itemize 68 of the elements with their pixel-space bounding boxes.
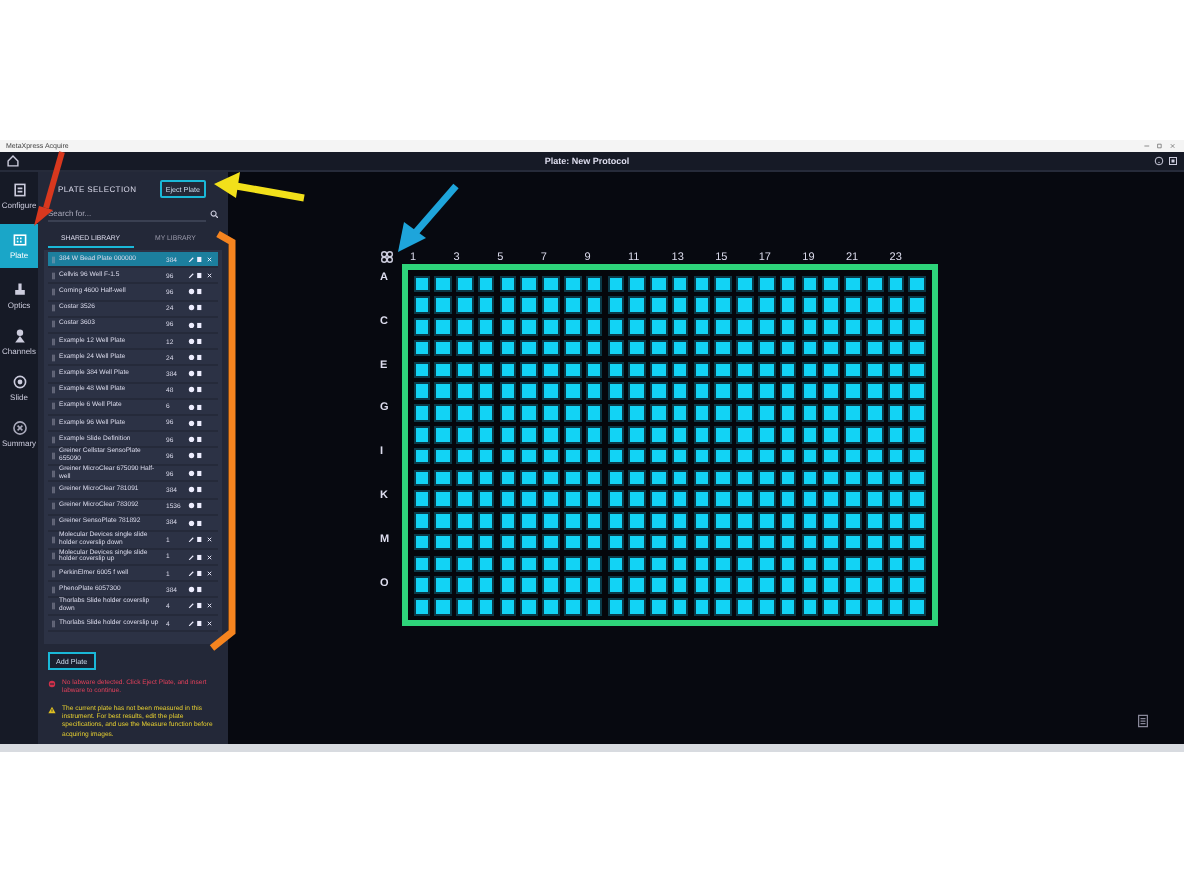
drag-handle-icon[interactable] xyxy=(52,535,55,544)
close-icon[interactable] xyxy=(205,535,213,543)
person-icon[interactable] xyxy=(11,328,27,344)
circle-icon[interactable] xyxy=(188,403,195,411)
circle-icon[interactable] xyxy=(188,435,195,443)
clipboard-icon[interactable] xyxy=(11,182,27,198)
drag-handle-icon[interactable] xyxy=(52,569,55,578)
target-icon[interactable] xyxy=(11,374,27,390)
circle-icon[interactable] xyxy=(188,304,195,312)
drag-handle-icon[interactable] xyxy=(52,320,55,329)
circle-icon[interactable] xyxy=(188,452,195,460)
drag-handle-icon[interactable] xyxy=(52,552,55,561)
pencil-icon[interactable] xyxy=(188,619,195,627)
close-icon[interactable] xyxy=(205,553,213,561)
copy-icon[interactable] xyxy=(196,452,204,460)
drag-handle-icon[interactable] xyxy=(52,353,55,362)
drag-handle-icon[interactable] xyxy=(52,602,55,611)
warning-icon xyxy=(48,705,56,714)
copy-icon[interactable] xyxy=(196,469,204,477)
close-circle-icon[interactable] xyxy=(11,420,27,436)
circle-icon[interactable] xyxy=(188,519,195,527)
circle-icon[interactable] xyxy=(188,586,195,594)
circle-icon[interactable] xyxy=(188,486,195,494)
callout-arrow xyxy=(398,183,459,252)
circle-icon[interactable] xyxy=(188,469,195,477)
drag-handle-icon[interactable] xyxy=(52,337,55,346)
pencil-icon[interactable] xyxy=(188,602,195,610)
drag-handle-icon[interactable] xyxy=(52,435,55,444)
circle-icon[interactable] xyxy=(188,337,195,345)
circle-icon[interactable] xyxy=(188,370,195,378)
drag-handle-icon[interactable] xyxy=(52,485,55,494)
pencil-icon[interactable] xyxy=(188,535,195,543)
close-icon[interactable] xyxy=(205,272,213,280)
drag-handle-icon[interactable] xyxy=(52,271,55,280)
help-icon[interactable] xyxy=(1154,156,1164,166)
drag-handle-icon[interactable] xyxy=(52,402,55,411)
drag-handle-icon[interactable] xyxy=(52,469,55,478)
drag-handle-icon[interactable] xyxy=(52,369,55,378)
plate-icon[interactable] xyxy=(11,232,27,248)
settings-icon[interactable] xyxy=(1168,156,1178,166)
error-icon xyxy=(48,680,56,689)
callout-arrow xyxy=(214,172,305,202)
circle-icon[interactable] xyxy=(188,353,195,361)
drag-handle-icon[interactable] xyxy=(52,255,55,264)
drag-handle-icon[interactable] xyxy=(52,502,55,511)
panel-toggle-icon[interactable] xyxy=(1138,714,1148,728)
drag-handle-icon[interactable] xyxy=(52,304,55,313)
close-icon[interactable] xyxy=(205,619,213,627)
select-all-icon[interactable] xyxy=(380,250,394,264)
drag-handle-icon[interactable] xyxy=(52,452,55,461)
home-icon[interactable] xyxy=(6,154,20,168)
microscope-icon[interactable] xyxy=(11,282,27,298)
circle-icon[interactable] xyxy=(188,502,195,510)
drag-handle-icon[interactable] xyxy=(52,287,55,296)
drag-handle-icon[interactable] xyxy=(52,518,55,527)
circle-icon[interactable] xyxy=(188,321,195,329)
drag-handle-icon[interactable] xyxy=(52,386,55,395)
search-icon[interactable] xyxy=(209,209,218,219)
circle-icon[interactable] xyxy=(188,419,195,427)
drag-handle-icon[interactable] xyxy=(52,418,55,427)
circle-icon[interactable] xyxy=(188,386,195,394)
circle-icon[interactable] xyxy=(188,288,195,296)
drag-handle-icon[interactable] xyxy=(52,619,55,628)
close-icon[interactable] xyxy=(205,602,213,610)
copy-icon[interactable] xyxy=(196,619,204,627)
drag-handle-icon[interactable] xyxy=(52,585,55,594)
close-icon[interactable] xyxy=(205,569,213,577)
pencil-icon[interactable] xyxy=(188,272,195,280)
